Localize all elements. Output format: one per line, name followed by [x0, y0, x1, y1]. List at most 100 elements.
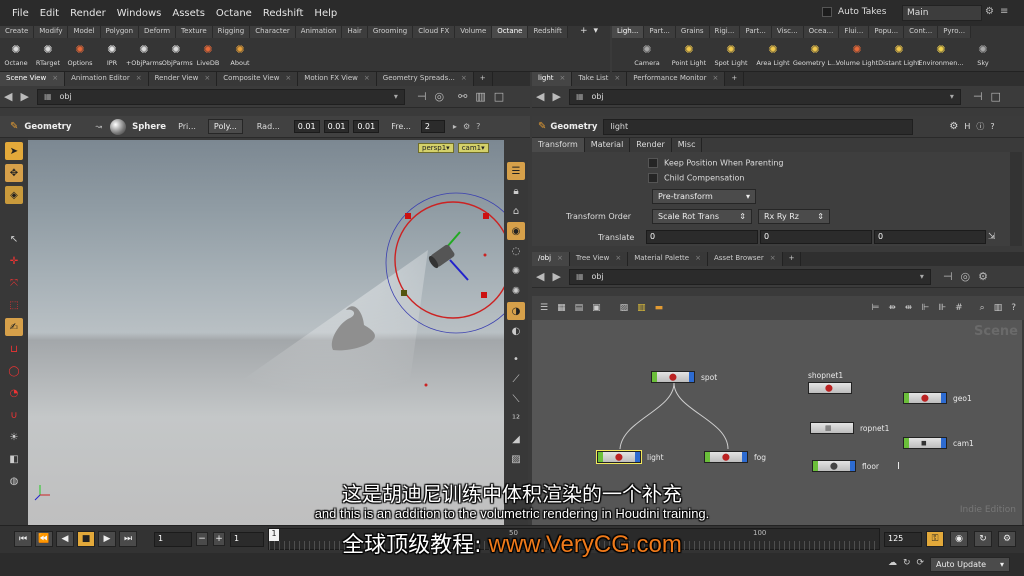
menu-edit[interactable]: Edit — [40, 8, 59, 19]
point-icon[interactable]: • — [507, 350, 525, 368]
tab-composite-view[interactable]: Composite View × — [217, 72, 299, 86]
move-tool-icon[interactable]: ✥ — [5, 164, 23, 182]
shelf-tool-environmen[interactable]: ✺ Environmen... — [918, 41, 963, 68]
transform-icon[interactable]: ⤧ — [5, 274, 23, 292]
forward-arrow-icon[interactable]: ▶ — [552, 270, 560, 283]
keep-position-checkbox[interactable] — [648, 158, 658, 168]
pointer-icon[interactable]: ↖ — [5, 230, 23, 248]
translate-z-field[interactable]: 0 — [874, 230, 986, 244]
close-icon[interactable]: × — [615, 254, 621, 262]
gear-icon[interactable]: ⚙ — [978, 270, 988, 283]
node-spot[interactable]: ⬤ spot — [651, 371, 717, 383]
shelf-tool-volume-light[interactable]: ✺ Volume Light — [836, 41, 878, 68]
pre-transform-dropdown[interactable]: Pre-transform ▾ — [652, 189, 756, 204]
shelf-tool-objparms[interactable]: ✺ +ObjParms — [126, 41, 162, 68]
light-rotate-ring[interactable] — [394, 201, 504, 319]
shelf-tool-geometry-l[interactable]: ✺ Geometry L... — [793, 41, 837, 68]
shelf-tab-model[interactable]: Model — [68, 26, 101, 38]
3d-viewport[interactable]: persp1▾ cam1▾ — [28, 140, 504, 525]
gear-icon[interactable]: ⚙ — [985, 6, 994, 17]
transform-order-dropdown[interactable]: Scale Rot Trans ⇕ — [652, 209, 752, 224]
shelf-tool-area-light[interactable]: ✺ Area Light — [752, 41, 794, 68]
param-tab-render[interactable]: Render — [630, 138, 672, 152]
node-shopnet1[interactable]: shopnet1 ⬤ — [808, 371, 852, 394]
menu-assets[interactable]: Assets — [172, 8, 205, 19]
shelf-tab-flui[interactable]: Flui... — [839, 26, 870, 38]
chevron-down-icon[interactable]: ▾ — [594, 26, 599, 38]
magnet-icon[interactable]: ⊔ — [5, 340, 23, 358]
grid-icon[interactable]: ▦ — [557, 303, 566, 313]
cloud-icon[interactable]: ☁ — [888, 558, 897, 568]
align-left-icon[interactable]: ⊨ — [871, 303, 879, 313]
radius-y-field[interactable]: 0.01 — [323, 120, 350, 133]
shelf-tool-about[interactable]: ✺ About — [224, 41, 256, 68]
maximize-icon[interactable]: □ — [494, 90, 504, 103]
close-icon[interactable]: × — [52, 74, 58, 82]
gear-icon[interactable]: ⚙ — [949, 121, 958, 132]
handle-point[interactable] — [405, 213, 411, 219]
shelf-tab-popu[interactable]: Popu... — [869, 26, 905, 38]
align-icon[interactable]: ⇻ — [888, 303, 896, 313]
shelf-tool-octane[interactable]: ✺ Octane — [0, 41, 32, 68]
close-icon[interactable]: × — [461, 74, 467, 82]
tab-tree-view[interactable]: Tree View × — [569, 252, 629, 266]
shelf-tool-spot-light[interactable]: ✺ Spot Light — [710, 41, 752, 68]
network-path-field[interactable]: ▦ obj ▾ — [568, 268, 931, 285]
tab-material-palette[interactable]: Material Palette × — [628, 252, 708, 266]
shelf-tab-redshift[interactable]: Redshift — [528, 26, 568, 38]
shelf-tab-deform[interactable]: Deform — [139, 26, 177, 38]
close-icon[interactable]: × — [614, 74, 620, 82]
close-icon[interactable]: × — [285, 74, 291, 82]
layout-icon[interactable]: ▥ — [994, 303, 1003, 313]
param-tab-misc[interactable]: Misc — [671, 138, 703, 152]
network-box-icon[interactable]: ▬ — [655, 303, 664, 313]
display-options-icon[interactable]: ☰ — [507, 162, 525, 180]
align-icon[interactable]: ⇺ — [905, 303, 913, 313]
params-path-field[interactable]: ▦ obj ▾ — [568, 88, 961, 105]
shelf-tab-ligh[interactable]: Ligh... — [612, 26, 645, 38]
lock-icon[interactable]: 🔒︎ — [507, 182, 525, 200]
notes-icon[interactable]: ▣ — [592, 303, 601, 313]
tab-scene-view[interactable]: Scene View × — [0, 72, 66, 86]
forward-arrow-icon[interactable]: ▶ — [552, 90, 560, 103]
tab-geometry-spreads[interactable]: Geometry Spreads... × — [376, 72, 474, 86]
brush-icon[interactable]: ◔ — [5, 384, 23, 402]
layout-icon[interactable]: ▥ — [475, 90, 485, 103]
refresh-icon[interactable]: ↻ — [903, 558, 911, 568]
shelf-tab-volume[interactable]: Volume — [455, 26, 493, 38]
shelf-tab-grooming[interactable]: Grooming — [367, 26, 414, 38]
tab-light[interactable]: light × — [532, 72, 573, 86]
menu-windows[interactable]: Windows — [117, 8, 162, 19]
shelf-tool-livedb[interactable]: ✺ LiveDB — [192, 41, 224, 68]
frequency-field[interactable]: 2 — [420, 120, 445, 133]
close-icon[interactable]: × — [712, 74, 718, 82]
shelf-tool-point-light[interactable]: ✺ Point Light — [668, 41, 710, 68]
gear-icon[interactable]: ⚙ — [463, 122, 470, 131]
radius-x-field[interactable]: 0.01 — [293, 120, 320, 133]
light-icon[interactable]: ☀ — [5, 428, 23, 446]
background-icon[interactable]: ▨ — [507, 450, 525, 468]
lasso-icon[interactable]: ◯ — [5, 362, 23, 380]
node-fog[interactable]: ⬤ fog — [704, 451, 766, 463]
param-tab-material[interactable]: Material — [584, 138, 631, 152]
menu-icon[interactable]: ≡ — [1000, 6, 1008, 17]
close-icon[interactable]: × — [557, 254, 563, 262]
add-tab-icon[interactable]: + — [580, 26, 588, 38]
help-icon[interactable]: ? — [990, 122, 994, 131]
camera-icon[interactable]: ◧ — [5, 450, 23, 468]
wireframe-icon[interactable]: ◐ — [507, 322, 525, 340]
shelf-tab-rigging[interactable]: Rigging — [212, 26, 251, 38]
shelf-tab-octane[interactable]: Octane — [492, 26, 529, 38]
handle-point[interactable] — [483, 213, 489, 219]
target-icon[interactable]: ◎ — [961, 270, 971, 283]
close-icon[interactable]: × — [770, 254, 776, 262]
ghost-icon[interactable]: ◌ — [507, 242, 525, 260]
align-icon[interactable]: ⊩ — [921, 303, 929, 313]
grid-snap-icon[interactable]: # — [955, 303, 963, 313]
tab-render-view[interactable]: Render View × — [148, 72, 218, 86]
search-icon[interactable]: ⌕ — [980, 303, 985, 313]
shelf-tab-animation[interactable]: Animation — [295, 26, 343, 38]
child-compensation-row[interactable]: Child Compensation — [648, 173, 744, 183]
gizmo-z-axis[interactable] — [449, 259, 469, 281]
shading-icon[interactable]: ◑ — [507, 302, 525, 320]
